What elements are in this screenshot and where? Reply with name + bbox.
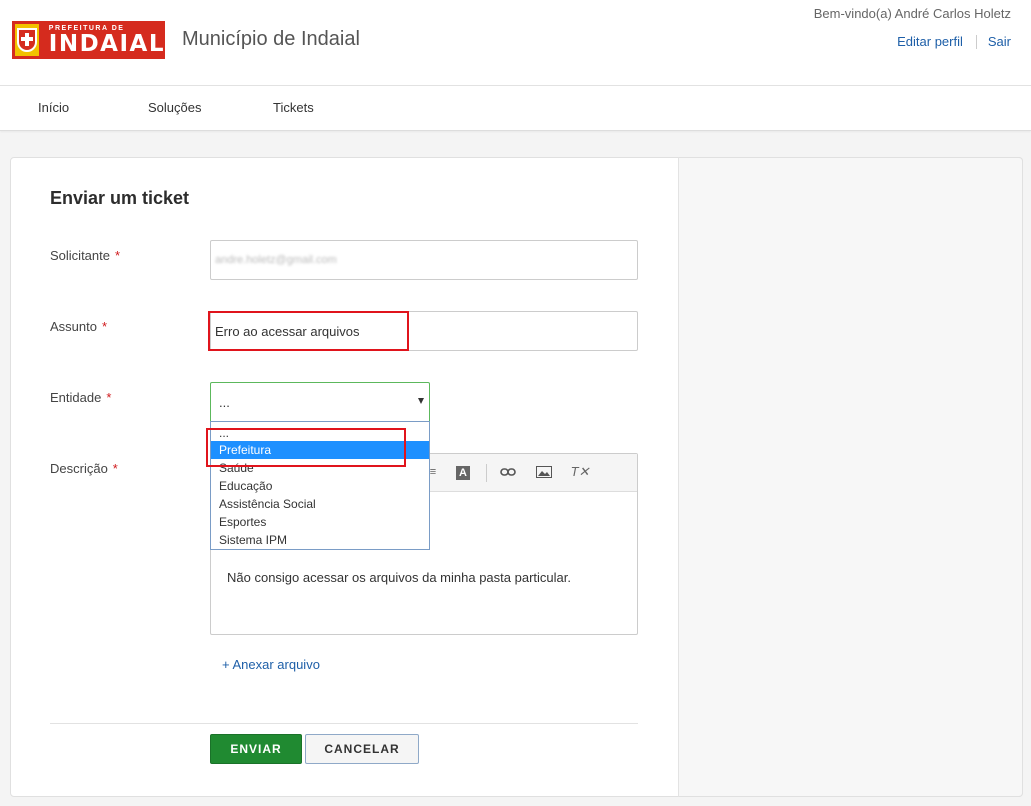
- nav-item-tickets[interactable]: Tickets: [273, 100, 314, 115]
- description-label: Descrição *: [50, 461, 118, 476]
- entity-select[interactable]: ...: [210, 382, 430, 422]
- requester-label: Solicitante *: [50, 248, 121, 263]
- entity-label: Entidade *: [50, 390, 112, 405]
- chevron-down-icon: [418, 398, 424, 404]
- sidebar-panel: [678, 157, 1023, 797]
- edit-profile-link[interactable]: Editar perfil: [897, 34, 963, 49]
- font-color-icon[interactable]: A: [456, 466, 470, 480]
- cancel-button[interactable]: CANCELAR: [305, 734, 419, 764]
- link-icon[interactable]: [499, 463, 517, 481]
- requester-value: andre.holetz@gmail.com: [215, 254, 337, 266]
- user-links: Editar perfil Sair: [897, 34, 1011, 49]
- entity-option[interactable]: Assistência Social: [211, 495, 429, 513]
- send-button[interactable]: ENVIAR: [210, 734, 302, 764]
- main-nav: Início Soluções Tickets: [0, 86, 1031, 131]
- required-mark: *: [114, 248, 121, 263]
- image-icon[interactable]: [535, 463, 553, 481]
- description-text: Não consigo acessar os arquivos da minha…: [227, 570, 571, 585]
- subject-value: Erro ao acessar arquivos: [215, 324, 360, 339]
- link-separator: [975, 34, 977, 49]
- entity-option[interactable]: Saúde: [211, 459, 429, 477]
- subject-label: Assunto *: [50, 319, 108, 334]
- nav-item-inicio[interactable]: Início: [38, 100, 69, 115]
- page-title: Enviar um ticket: [50, 188, 190, 208]
- required-mark: *: [101, 319, 108, 334]
- required-mark: *: [112, 461, 118, 476]
- toolbar-divider: [486, 464, 487, 482]
- welcome-text: Bem-vindo(a) André Carlos Holetz: [813, 6, 1011, 21]
- entity-options-list: ... Prefeitura Saúde Educação Assistênci…: [210, 421, 430, 550]
- prefeitura-logo[interactable]: PREFEITURA DE INDAIAL: [12, 21, 165, 59]
- entity-option[interactable]: Sistema IPM: [211, 531, 429, 549]
- clear-format-icon[interactable]: T✕: [571, 463, 590, 481]
- logout-link[interactable]: Sair: [988, 34, 1011, 49]
- entity-option[interactable]: Esportes: [211, 513, 429, 531]
- coat-of-arms-icon: [15, 24, 39, 56]
- required-mark: *: [106, 390, 112, 405]
- form-divider: [50, 723, 638, 724]
- entity-option[interactable]: ...: [211, 424, 429, 442]
- entity-option-selected[interactable]: Prefeitura: [211, 441, 429, 459]
- site-name: Município de Indaial: [182, 28, 360, 50]
- header: PREFEITURA DE INDAIAL Município de Indai…: [0, 0, 1031, 86]
- nav-item-solucoes[interactable]: Soluções: [148, 100, 201, 115]
- entity-selected-value: ...: [219, 395, 230, 410]
- entity-option[interactable]: Educação: [211, 477, 429, 495]
- attach-file-link[interactable]: + Anexar arquivo: [222, 657, 320, 672]
- logo-title: INDAIAL: [48, 30, 165, 57]
